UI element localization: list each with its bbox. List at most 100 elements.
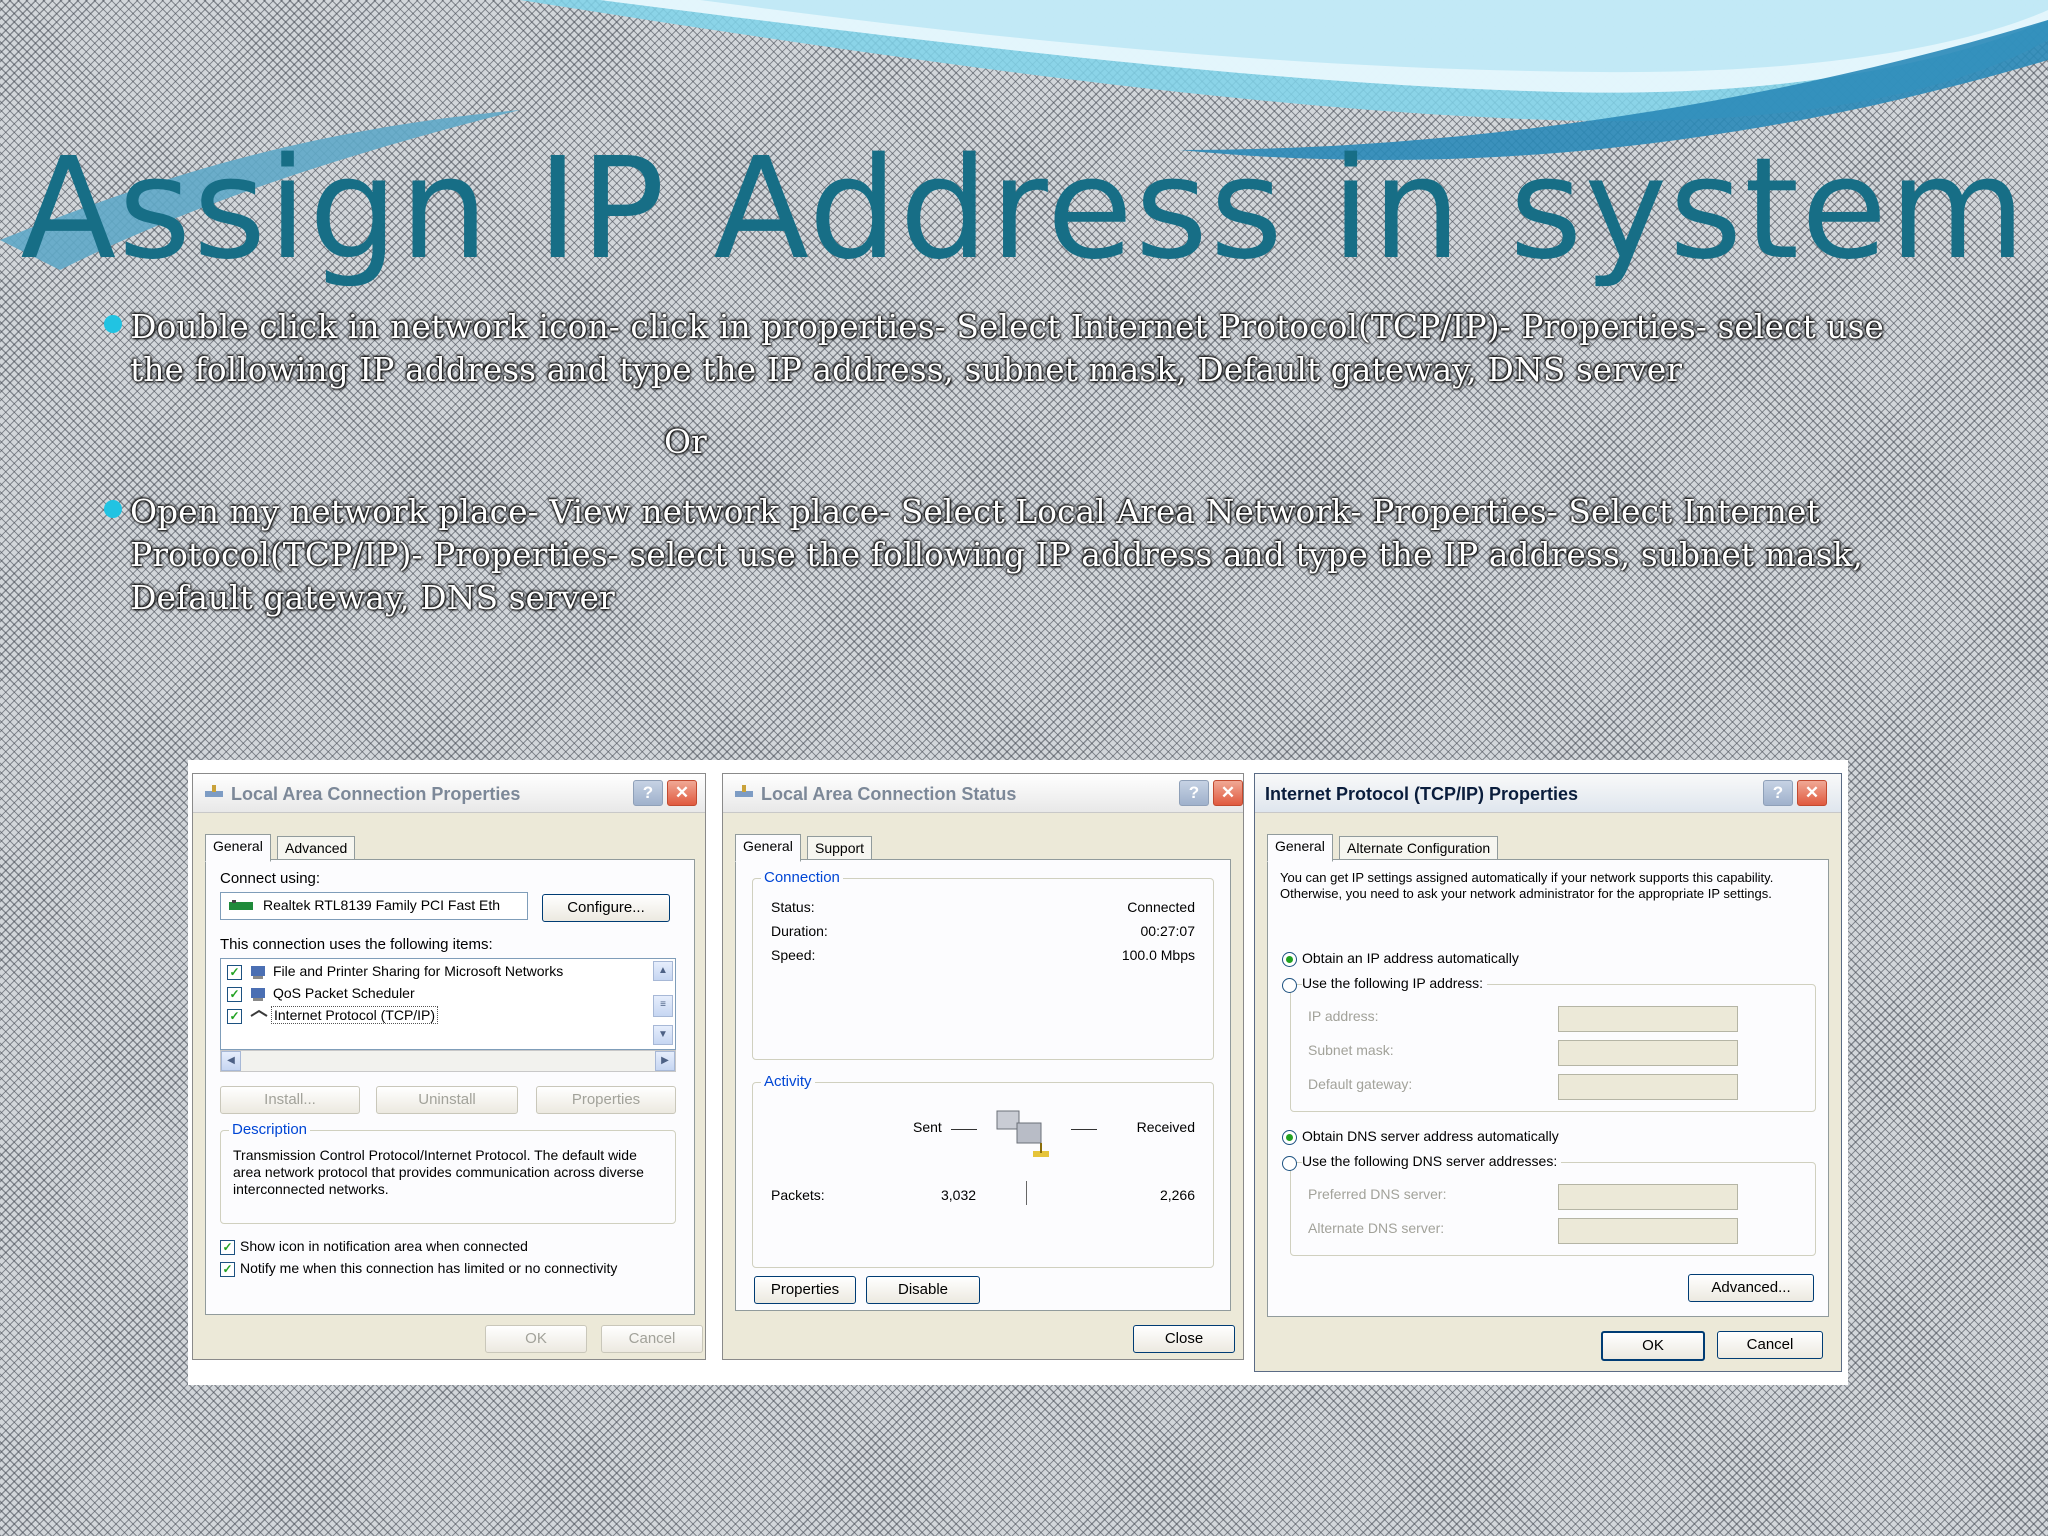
preferred-dns-field[interactable] (1558, 1184, 1738, 1210)
ip-address-label: IP address: (1308, 1008, 1379, 1024)
tab-support[interactable]: Support (807, 836, 873, 860)
scroll-up-button[interactable]: ▲ (653, 961, 673, 981)
ip-address-field[interactable] (1558, 1006, 1738, 1032)
lac-properties-titlebar[interactable]: Local Area Connection Properties ? ✕ (193, 774, 705, 813)
default-gateway-field[interactable] (1558, 1074, 1738, 1100)
description-text: Transmission Control Protocol/Internet P… (233, 1147, 644, 1197)
scroll-down-button[interactable]: ▼ (653, 1025, 673, 1045)
protocol-icon (250, 1009, 268, 1017)
received-line (1071, 1129, 1097, 1130)
subnet-mask-field[interactable] (1558, 1040, 1738, 1066)
lac-properties-dialog: Local Area Connection Properties ? ✕ Gen… (192, 773, 706, 1360)
use-dns-label: Use the following DNS server addresses: (1302, 1153, 1562, 1169)
default-gateway-label: Default gateway: (1308, 1076, 1413, 1092)
tcpip-titlebar[interactable]: Internet Protocol (TCP/IP) Properties ? … (1255, 774, 1841, 813)
cancel-button[interactable]: Cancel (1717, 1331, 1823, 1359)
show-icon-checkbox[interactable]: ✓ (220, 1240, 235, 1255)
properties-button[interactable]: Properties (536, 1086, 676, 1114)
install-button[interactable]: Install... (220, 1086, 360, 1114)
use-ip-radio[interactable] (1282, 978, 1297, 993)
ok-button[interactable]: OK (1601, 1331, 1705, 1361)
obtain-dns-radio[interactable] (1282, 1130, 1297, 1145)
general-panel: You can get IP settings assigned automat… (1267, 859, 1829, 1317)
tab-general[interactable]: General (205, 834, 271, 862)
status-label: Status: (771, 899, 815, 915)
configure-button[interactable]: Configure... (542, 894, 670, 922)
lac-status-titlebar[interactable]: Local Area Connection Status ? ✕ (723, 774, 1243, 813)
obtain-dns-label: Obtain DNS server address automatically (1302, 1128, 1559, 1144)
connection-group: Connection Status: Connected Duration: 0… (752, 869, 1214, 1060)
close-button[interactable]: ✕ (1213, 780, 1243, 806)
network-activity-icon (996, 1110, 1049, 1157)
items-list: ✓ File and Printer Sharing for Microsoft… (220, 958, 676, 1050)
packets-sent-value: 3,032 (941, 1187, 977, 1203)
notify-label: Notify me when this connection has limit… (240, 1260, 618, 1276)
uninstall-button[interactable]: Uninstall (376, 1086, 518, 1114)
dialog-title: Internet Protocol (TCP/IP) Properties (1265, 784, 1579, 804)
tcpip-properties-dialog: Internet Protocol (TCP/IP) Properties ? … (1254, 773, 1842, 1372)
tab-general[interactable]: General (735, 834, 801, 862)
ok-button[interactable]: OK (485, 1325, 587, 1353)
item-checkbox[interactable]: ✓ (227, 965, 242, 980)
alternate-dns-label: Alternate DNS server: (1308, 1220, 1445, 1236)
speed-label: Speed: (771, 947, 816, 963)
scroll-left-button[interactable]: ◀ (221, 1051, 241, 1071)
tab-general[interactable]: General (1267, 834, 1333, 862)
use-dns-radio[interactable] (1282, 1156, 1297, 1171)
connect-using-label: Connect using: (220, 870, 321, 887)
use-ip-label: Use the following IP address: (1302, 975, 1488, 991)
description-group: Description Transmission Control Protoco… (220, 1121, 676, 1224)
cancel-button[interactable]: Cancel (601, 1325, 703, 1353)
horizontal-scrollbar[interactable]: ◀ ▶ (220, 1050, 676, 1072)
sent-line (951, 1129, 977, 1130)
subnet-mask-label: Subnet mask: (1308, 1042, 1394, 1058)
obtain-ip-radio[interactable] (1282, 952, 1297, 967)
tab-advanced[interactable]: Advanced (277, 836, 356, 860)
advanced-button[interactable]: Advanced... (1688, 1274, 1814, 1302)
obtain-ip-label: Obtain an IP address automatically (1302, 950, 1519, 966)
packets-label: Packets: (771, 1187, 825, 1203)
intro-text: You can get IP settings assigned automat… (1280, 870, 1774, 901)
instruction-text-2: Open my network place- View network plac… (130, 492, 1864, 617)
sent-label: Sent (913, 1119, 942, 1135)
item-label: File and Printer Sharing for Microsoft N… (273, 963, 564, 979)
item-checkbox[interactable]: ✓ (227, 987, 242, 1002)
tab-alternate-configuration[interactable]: Alternate Configuration (1339, 836, 1499, 860)
alternate-dns-field[interactable] (1558, 1218, 1738, 1244)
instruction-bullet-2: Open my network place- View network plac… (104, 490, 1930, 619)
lac-status-dialog: Local Area Connection Status ? ✕ General… (722, 773, 1244, 1360)
packets-received-value: 2,266 (1159, 1187, 1195, 1203)
notify-checkbox[interactable]: ✓ (220, 1262, 235, 1277)
or-separator: Or (664, 422, 707, 461)
close-button[interactable]: ✕ (667, 780, 697, 806)
instruction-bullet-1: Double click in network icon- click in p… (104, 305, 1930, 391)
help-button[interactable]: ? (1179, 780, 1209, 806)
instruction-text-1: Double click in network icon- click in p… (130, 307, 1884, 389)
network-connection-icon (205, 785, 223, 797)
properties-button[interactable]: Properties (754, 1276, 856, 1304)
network-card-icon (229, 900, 253, 910)
item-checkbox[interactable]: ✓ (227, 1009, 242, 1024)
preferred-dns-label: Preferred DNS server: (1308, 1186, 1447, 1202)
show-icon-label: Show icon in notification area when conn… (240, 1238, 528, 1254)
duration-value: 00:27:07 (1140, 923, 1196, 939)
help-button[interactable]: ? (633, 780, 663, 806)
scroll-right-button[interactable]: ▶ (655, 1051, 675, 1071)
items-heading: This connection uses the following items… (220, 936, 493, 953)
slide-title: Assign IP Address in system (20, 128, 2028, 291)
disable-button[interactable]: Disable (866, 1276, 980, 1304)
help-button[interactable]: ? (1763, 780, 1793, 806)
close-button[interactable]: ✕ (1797, 780, 1827, 806)
general-panel: Connect using: Realtek RTL8139 Family PC… (205, 859, 695, 1315)
network-connection-icon (735, 785, 753, 797)
description-title: Description (229, 1121, 311, 1138)
scroll-thumb[interactable]: ≡ (653, 995, 673, 1017)
qos-scheduler-icon (251, 988, 265, 1001)
packets-divider (1026, 1181, 1027, 1205)
received-label: Received (1136, 1119, 1195, 1135)
dialog-title: Local Area Connection Properties (231, 784, 521, 804)
item-label: Internet Protocol (TCP/IP) (271, 1006, 439, 1024)
close-dialog-button[interactable]: Close (1133, 1325, 1235, 1353)
connection-title: Connection (761, 869, 843, 886)
dialog-title: Local Area Connection Status (761, 784, 1017, 804)
